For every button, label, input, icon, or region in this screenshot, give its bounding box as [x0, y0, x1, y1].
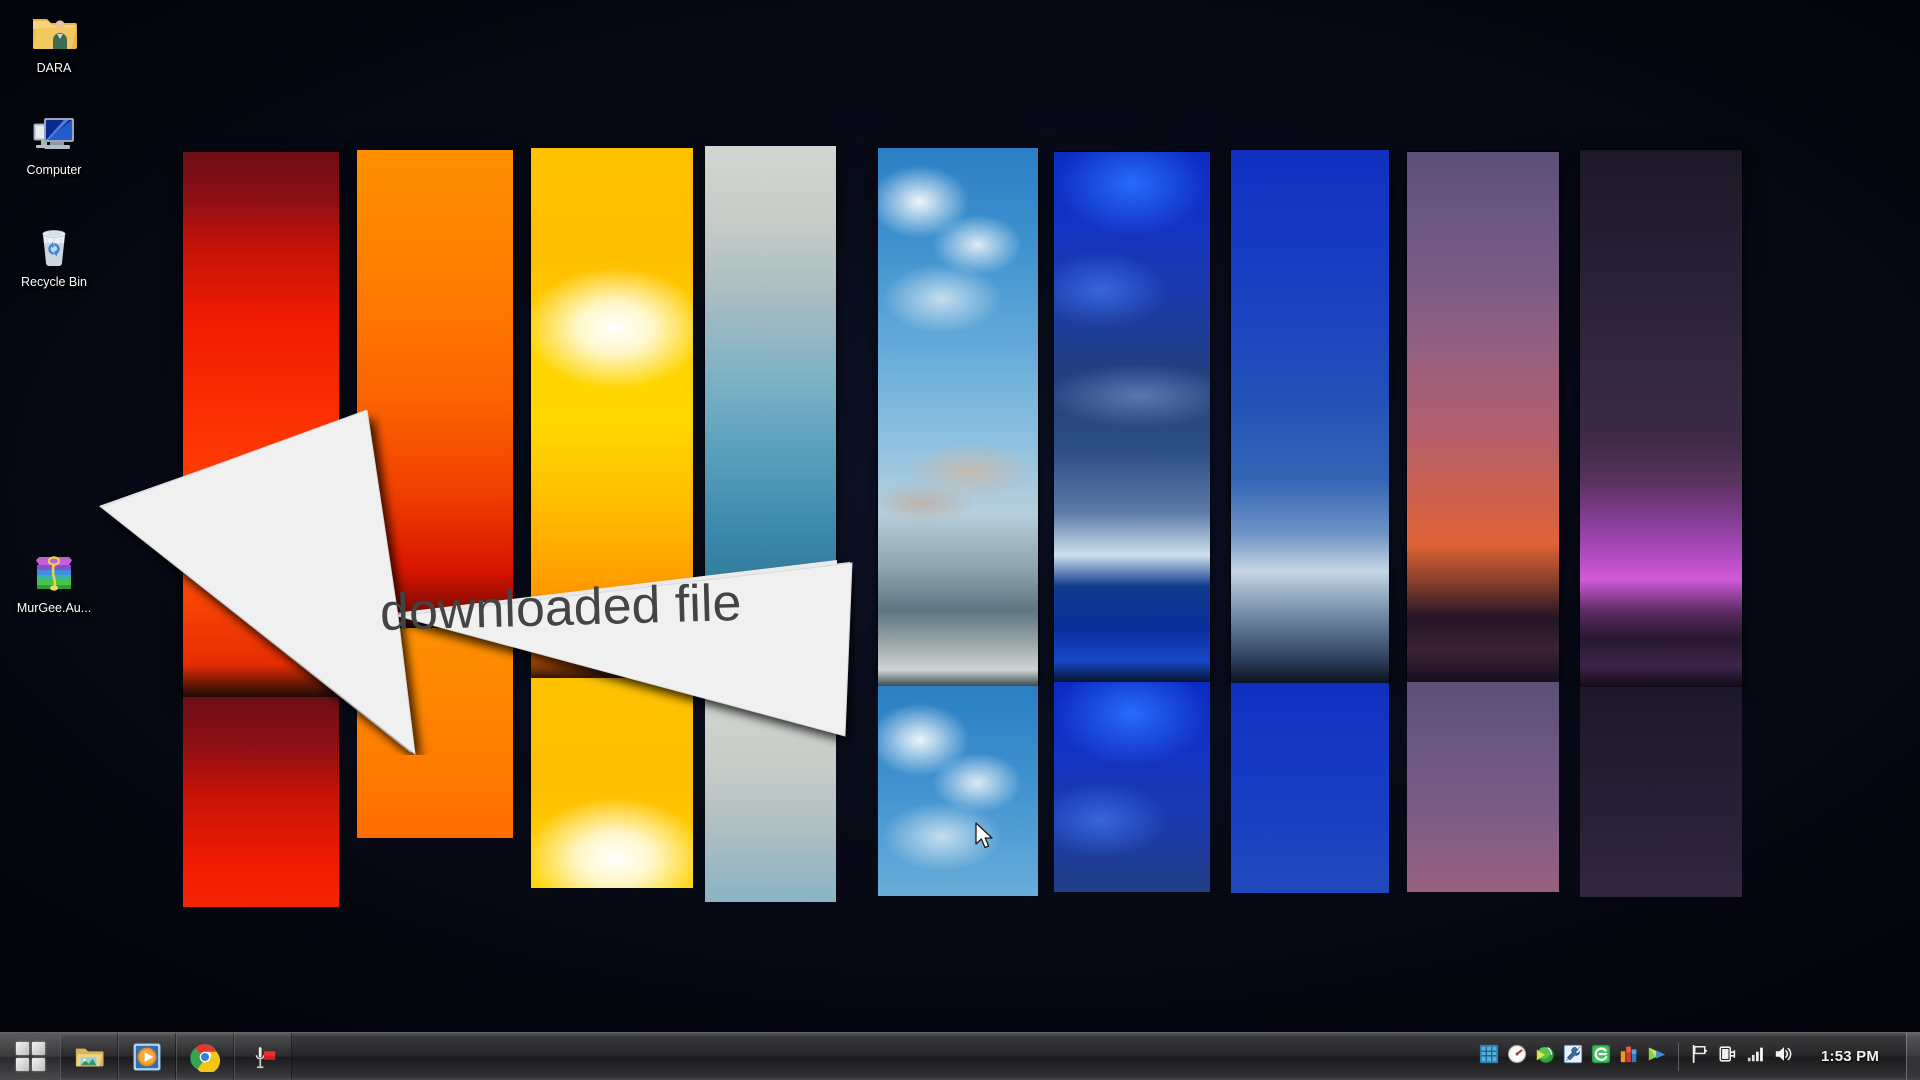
wrench-icon [1563, 1044, 1583, 1069]
start-button[interactable] [0, 1033, 60, 1080]
taskbar-button-screen-recorder[interactable] [234, 1033, 292, 1080]
green-arrow-sphere-icon [1535, 1044, 1555, 1069]
folder-icon [30, 8, 78, 56]
taskbar: 1:53 PM [0, 1032, 1920, 1080]
desktop-icon-label: MurGee.Au... [8, 601, 100, 615]
wallpaper-panel-reflection [1580, 687, 1742, 897]
green-e-icon [1591, 1044, 1611, 1069]
tray-network[interactable] [1742, 1042, 1770, 1072]
wallpaper-panel-reflection [357, 628, 513, 838]
folder-explorer-icon [74, 1042, 104, 1072]
media-player-icon [132, 1042, 162, 1072]
wallpaper-panel-reflection [531, 678, 693, 888]
desktop-icon-label: DARA [8, 61, 100, 75]
flag-icon [1690, 1044, 1710, 1069]
gauge-icon [1507, 1044, 1527, 1069]
tray-tray-icon-1[interactable] [1475, 1042, 1503, 1072]
play-arrow-icon [1647, 1044, 1667, 1069]
speaker-icon [1774, 1044, 1794, 1069]
mouse-cursor [975, 822, 997, 852]
blue-grid-icon [1479, 1044, 1499, 1069]
tray-tray-icon-6[interactable] [1615, 1042, 1643, 1072]
desktop-icon-dara[interactable]: DARA [8, 8, 100, 75]
colorful-bars-icon [1619, 1044, 1639, 1069]
desktop-icon-label: Computer [8, 163, 100, 177]
microphone-flag-icon [248, 1042, 278, 1072]
wallpaper-panel-reflection [705, 692, 836, 902]
wallpaper-panel [1580, 150, 1742, 687]
network-signal-icon [1746, 1044, 1766, 1069]
tray-tray-icon-7[interactable] [1643, 1042, 1671, 1072]
wallpaper-panel-reflection [1407, 682, 1559, 892]
wallpaper-panel-reflection [1231, 683, 1389, 893]
wallpaper-panel [1054, 152, 1210, 682]
wallpaper-panel [705, 146, 836, 692]
tray-separator [1678, 1043, 1679, 1071]
tray-tray-icon-5[interactable] [1587, 1042, 1615, 1072]
tray-volume[interactable] [1770, 1042, 1798, 1072]
desktop-icon-recycle-bin[interactable]: Recycle Bin [8, 222, 100, 289]
taskbar-button-google-chrome[interactable] [176, 1033, 234, 1080]
taskbar-clock[interactable]: 1:53 PM [1798, 1048, 1902, 1065]
windows-start-icon [16, 1042, 45, 1071]
computer-icon [30, 110, 78, 158]
tray-action-center[interactable] [1686, 1042, 1714, 1072]
chrome-icon [190, 1042, 220, 1072]
wallpaper-panel [1231, 150, 1389, 683]
wallpaper-panel [878, 148, 1038, 686]
tray-tray-icon-2[interactable] [1503, 1042, 1531, 1072]
wallpaper-panel [531, 148, 693, 678]
winrar-archive-icon [30, 548, 78, 596]
desktop-screen: DARA Computer Recycle Bin [0, 0, 1920, 1080]
taskbar-button-windows-explorer[interactable] [60, 1033, 118, 1080]
taskbar-button-windows-media-player[interactable] [118, 1033, 176, 1080]
tray-power[interactable] [1714, 1042, 1742, 1072]
wallpaper-panel-reflection [878, 686, 1038, 896]
wallpaper-panel [1407, 152, 1559, 682]
system-tray: 1:53 PM [1475, 1033, 1920, 1080]
recycle-bin-icon [30, 222, 78, 270]
desktop-icon-label: Recycle Bin [8, 275, 100, 289]
tray-tray-icon-4[interactable] [1559, 1042, 1587, 1072]
desktop-icon-computer[interactable]: Computer [8, 110, 100, 177]
wallpaper-panel-reflection [1054, 682, 1210, 892]
show-desktop-button[interactable] [1906, 1033, 1920, 1080]
wallpaper-panel [183, 152, 339, 697]
taskbar-quicklaunch [60, 1033, 292, 1080]
wallpaper-panel-reflection [183, 697, 339, 907]
wallpaper-panel [357, 150, 513, 628]
tray-tray-icon-3[interactable] [1531, 1042, 1559, 1072]
desktop-icon-murgee-au[interactable]: MurGee.Au... [8, 548, 100, 615]
desktop-wallpaper [0, 0, 1920, 1030]
power-plug-icon [1718, 1044, 1738, 1069]
